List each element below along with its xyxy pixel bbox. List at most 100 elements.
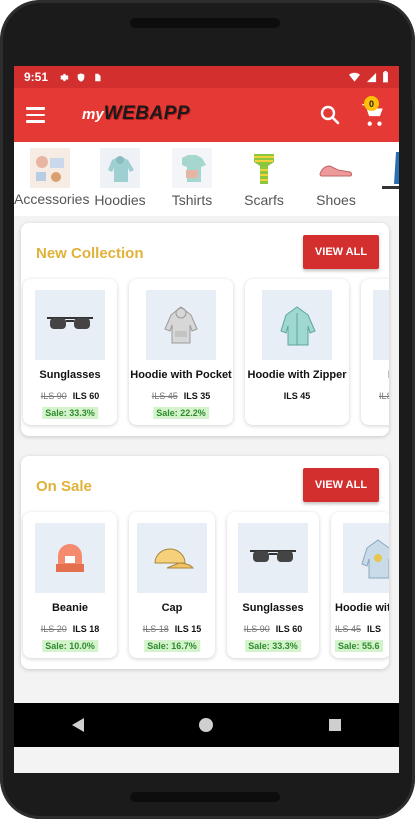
sale-badge: Sale: 22.2%	[153, 407, 209, 419]
signal-icon	[366, 72, 377, 82]
wifi-icon	[349, 72, 360, 82]
product-card[interactable]: Beanie ILS 20 ILS 18 Sale: 10.0%	[23, 512, 117, 658]
category-accessories[interactable]: Accessories	[14, 148, 90, 207]
logo-prefix: my	[82, 106, 104, 123]
old-price: ILS 90	[40, 391, 67, 401]
pants-icon	[388, 148, 399, 188]
product-name: Hoodie with	[335, 602, 389, 614]
view-all-button[interactable]: VIEW ALL	[303, 468, 379, 502]
product-prices: ILS 4	[379, 391, 389, 401]
sunglasses-icon	[238, 523, 308, 593]
category-tshirts[interactable]: Tshirts	[156, 148, 228, 208]
section-header: New Collection VIEW ALL	[21, 223, 389, 281]
product-card[interactable]: H ILS 4	[361, 279, 389, 425]
price: ILS 15	[174, 624, 202, 634]
product-prices: ILS 45 ILS	[335, 624, 389, 634]
hoodie-icon	[100, 148, 140, 188]
category-label: Tshirts	[171, 192, 213, 208]
category-scroll-indicator	[382, 186, 399, 189]
product-carousel[interactable]: Sunglasses ILS 90 ILS 60 Sale: 33.3% Hood…	[23, 279, 389, 427]
speaker-bottom	[130, 792, 280, 802]
category-strip[interactable]: Accessories Hoodies Tshirts Scarfs Shoes	[14, 142, 399, 216]
section-on-sale: On Sale VIEW ALL Beanie ILS 20 ILS 18 Sal…	[21, 456, 389, 669]
back-button[interactable]	[63, 710, 93, 740]
category-scarfs[interactable]: Scarfs	[228, 148, 300, 208]
product-card[interactable]: Sunglasses ILS 90 ILS 60 Sale: 33.3%	[23, 279, 117, 425]
old-price: ILS 45	[151, 391, 178, 401]
category-label: Accessories	[14, 191, 90, 207]
beanie-icon	[35, 523, 105, 593]
product-name: Cap	[161, 602, 183, 614]
product-name: Beanie	[51, 602, 89, 614]
hoodie-icon	[373, 290, 389, 360]
view-all-button[interactable]: VIEW ALL	[303, 235, 379, 269]
category-pants[interactable]: Pa	[372, 148, 399, 208]
screen: 9:51 my WEBAPP 0 Accessories Hoodies Tsh…	[14, 66, 399, 773]
section-title: On Sale	[36, 478, 92, 495]
product-card[interactable]: Cap ILS 18 ILS 15 Sale: 16.7%	[129, 512, 215, 658]
speaker-top	[130, 18, 280, 28]
home-icon	[199, 718, 214, 732]
old-price: ILS 90	[243, 624, 270, 634]
category-label: Shoes	[316, 192, 356, 208]
system-navigation-bar	[14, 703, 399, 747]
product-name: Hoodie with Zipper	[247, 369, 347, 381]
product-name: Sunglasses	[39, 369, 101, 381]
product-card[interactable]: Sunglasses ILS 90 ILS 60 Sale: 33.3%	[227, 512, 319, 658]
category-hoodies[interactable]: Hoodies	[84, 148, 156, 208]
status-time: 9:51	[24, 70, 49, 84]
price: ILS 60	[275, 624, 303, 634]
recents-icon	[328, 719, 341, 731]
section-new-collection: New Collection VIEW ALL Sunglasses ILS 9…	[21, 223, 389, 436]
section-header: On Sale VIEW ALL	[21, 456, 389, 514]
category-shoes[interactable]: Shoes	[300, 148, 372, 208]
zip-hoodie-icon	[262, 290, 332, 360]
power-button[interactable]	[411, 40, 415, 100]
cart-badge: 0	[364, 96, 379, 111]
price: ILS	[367, 624, 382, 634]
sale-badge: Sale: 33.3%	[245, 640, 301, 652]
hoodie-icon	[343, 523, 389, 593]
battery-icon	[383, 71, 388, 83]
price: ILS 18	[72, 624, 100, 634]
product-carousel[interactable]: Beanie ILS 20 ILS 18 Sale: 10.0% Cap ILS …	[23, 512, 389, 660]
product-prices: ILS 90 ILS 60	[227, 624, 319, 634]
sale-badge: Sale: 55.6	[335, 640, 383, 652]
hamburger-menu-icon[interactable]	[26, 102, 52, 128]
category-label: Scarfs	[244, 192, 284, 208]
search-icon[interactable]	[318, 103, 342, 127]
price: ILS 60	[72, 391, 100, 401]
category-label: Pa	[372, 192, 399, 208]
section-title: New Collection	[36, 245, 144, 262]
old-price: ILS 18	[142, 624, 169, 634]
category-label: Hoodies	[94, 192, 146, 208]
product-name: Sunglasses	[242, 602, 304, 614]
price: ILS 45	[283, 391, 311, 401]
product-name: Hoodie with Pocket	[130, 369, 232, 381]
back-icon	[72, 718, 85, 732]
product-prices: ILS 20 ILS 18	[23, 624, 117, 634]
product-card[interactable]: Hoodie with Zipper ILS 45	[245, 279, 349, 425]
product-card[interactable]: Hoodie with ILS 45 ILS Sale: 55.6	[331, 512, 389, 658]
product-card[interactable]: Hoodie with Pocket ILS 45 ILS 35 Sale: 22…	[129, 279, 233, 425]
phone-frame: 9:51 my WEBAPP 0 Accessories Hoodies Tsh…	[0, 0, 415, 819]
product-prices: ILS 45 ILS 35	[129, 391, 233, 401]
app-logo[interactable]: my WEBAPP	[82, 103, 190, 125]
scarf-icon	[244, 148, 284, 188]
tshirt-icon	[172, 148, 212, 188]
hoodie-icon	[146, 290, 216, 360]
logo-main: WEBAPP	[103, 103, 191, 124]
product-prices: ILS 45	[245, 391, 349, 401]
sale-badge: Sale: 10.0%	[42, 640, 98, 652]
home-button[interactable]	[191, 710, 221, 740]
app-bar: my WEBAPP 0	[14, 88, 399, 142]
shoe-icon	[316, 148, 356, 188]
recents-button[interactable]	[320, 710, 350, 740]
shield-icon	[77, 72, 85, 82]
product-prices: ILS 90 ILS 60	[23, 391, 117, 401]
sunglasses-icon	[35, 290, 105, 360]
main-content[interactable]: New Collection VIEW ALL Sunglasses ILS 9…	[14, 216, 399, 773]
old-price: ILS 4	[379, 391, 389, 401]
price: ILS 35	[183, 391, 211, 401]
settings-icon	[60, 73, 69, 81]
